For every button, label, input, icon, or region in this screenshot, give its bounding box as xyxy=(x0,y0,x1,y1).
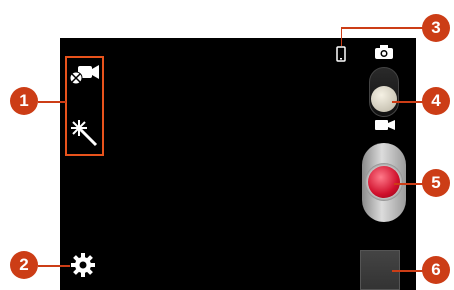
callout-5-leader xyxy=(394,183,424,185)
callout-1: 1 xyxy=(10,87,38,115)
shutter-button[interactable] xyxy=(368,166,400,198)
callout-6: 6 xyxy=(422,256,450,284)
gear-icon[interactable] xyxy=(70,252,96,278)
callout-3-leader xyxy=(340,27,425,47)
callout-3: 3 xyxy=(422,14,450,42)
callout-4: 4 xyxy=(422,87,450,115)
callout-1-leader xyxy=(38,101,66,103)
phone-storage-icon xyxy=(336,46,346,62)
callout-4-leader xyxy=(392,101,424,103)
callout-2-leader xyxy=(38,265,70,267)
mode-switch-knob[interactable] xyxy=(371,86,397,112)
callout-5: 5 xyxy=(422,169,450,197)
magic-wand-icon[interactable] xyxy=(69,118,99,148)
callout-6-leader xyxy=(392,270,424,272)
video-camera-icon xyxy=(374,118,396,130)
callout-2: 2 xyxy=(10,251,38,279)
recording-mode-shortcut-icon[interactable] xyxy=(68,62,100,86)
